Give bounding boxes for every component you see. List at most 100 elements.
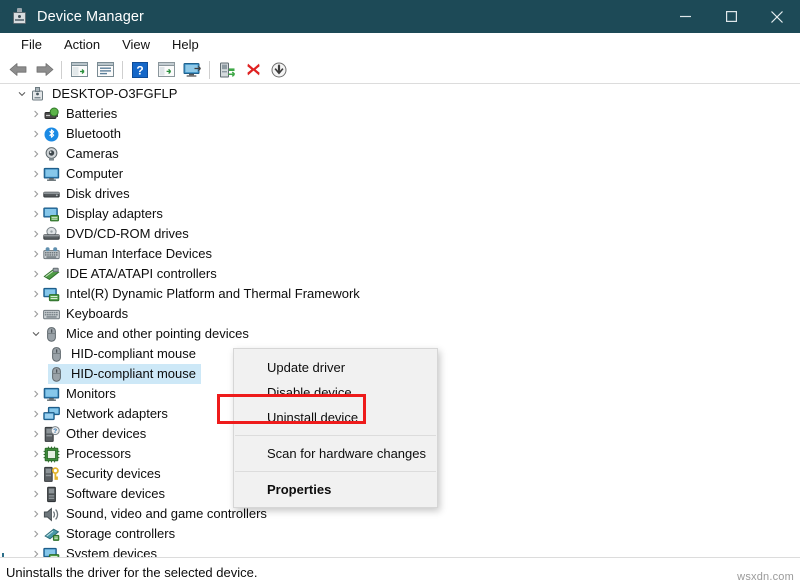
device-manager-icon (11, 8, 28, 25)
chevron-right-icon[interactable] (28, 124, 43, 144)
toolbar: ? (0, 56, 800, 83)
chevron-right-icon[interactable] (28, 444, 43, 464)
tree-item-hitbox[interactable]: Network adapters (28, 404, 173, 424)
chevron-right-icon[interactable] (28, 184, 43, 204)
system-device-icon (43, 286, 60, 303)
chevron-right-icon[interactable] (28, 384, 43, 404)
context-menu-item-properties[interactable]: Properties (234, 477, 437, 502)
tree-item-hitbox[interactable]: Keyboards (28, 304, 133, 324)
minimize-icon[interactable] (662, 0, 708, 33)
update-driver-icon[interactable] (153, 58, 179, 82)
tree-item-hitbox[interactable]: Software devices (28, 484, 170, 504)
chevron-right-icon[interactable] (28, 424, 43, 444)
computer-root-icon (29, 86, 46, 103)
menu-file[interactable]: File (10, 33, 53, 56)
help-icon[interactable]: ? (127, 58, 153, 82)
chevron-right-icon[interactable] (28, 104, 43, 124)
tree-item-hitbox[interactable]: IDE ATA/ATAPI controllers (28, 264, 222, 284)
tree-item-hitbox[interactable]: Storage controllers (28, 524, 180, 544)
security-device-icon (43, 466, 60, 483)
chevron-right-icon[interactable] (28, 264, 43, 284)
tree-item-hitbox[interactable]: Security devices (28, 464, 166, 484)
tree-item-cameras[interactable]: Cameras (0, 144, 800, 164)
menu-help[interactable]: Help (161, 33, 210, 56)
tree-item-hitbox[interactable]: Human Interface Devices (28, 244, 217, 264)
tree-item-hitbox[interactable]: Mice and other pointing devices (28, 324, 254, 344)
tree-item-disk-drives[interactable]: Disk drives (0, 184, 800, 204)
chevron-right-icon[interactable] (28, 224, 43, 244)
toolbar-separator-2 (122, 61, 123, 79)
context-menu[interactable]: Update driver Disable device Uninstall d… (233, 348, 438, 508)
uninstall-device-icon[interactable] (240, 58, 266, 82)
chevron-right-icon[interactable] (28, 164, 43, 184)
tree-item-bluetooth[interactable]: Bluetooth (0, 124, 800, 144)
tree-item-hitbox[interactable]: Computer (28, 164, 128, 184)
tree-item-hitbox[interactable]: Intel(R) Dynamic Platform and Thermal Fr… (28, 284, 365, 304)
tree-item-hitbox[interactable]: HID-compliant mouse (48, 364, 201, 384)
toolbar-separator-3 (209, 61, 210, 79)
maximize-icon[interactable] (708, 0, 754, 33)
close-icon[interactable] (754, 0, 800, 33)
tree-item-hitbox[interactable]: Monitors (28, 384, 121, 404)
tree-item-intel-r-dynamic-platform-and-thermal-framework[interactable]: Intel(R) Dynamic Platform and Thermal Fr… (0, 284, 800, 304)
tree-item-hitbox[interactable]: DVD/CD-ROM drives (28, 224, 194, 244)
tree-item-keyboards[interactable]: Keyboards (0, 304, 800, 324)
tree-item-computer[interactable]: Computer (0, 164, 800, 184)
forward-arrow-icon[interactable] (31, 58, 57, 82)
back-arrow-icon[interactable] (5, 58, 31, 82)
tree-item-label: Mice and other pointing devices (66, 324, 249, 344)
scan-for-hardware-changes-icon[interactable] (179, 58, 205, 82)
chevron-right-icon[interactable] (28, 404, 43, 424)
chevron-right-icon[interactable] (28, 244, 43, 264)
context-menu-item-uninstall-device[interactable]: Uninstall device (234, 405, 437, 430)
tree-item-hitbox[interactable]: Bluetooth (28, 124, 126, 144)
chevron-down-icon[interactable] (28, 324, 43, 344)
context-menu-item-disable-device[interactable]: Disable device (234, 380, 437, 405)
tree-item-display-adapters[interactable]: Display adapters (0, 204, 800, 224)
chevron-right-icon[interactable] (28, 484, 43, 504)
tree-item-ide-ata-atapi-controllers[interactable]: IDE ATA/ATAPI controllers (0, 264, 800, 284)
tree-item-hitbox[interactable]: Batteries (28, 104, 122, 124)
tree-root-item[interactable]: DESKTOP-O3FGFLP (0, 84, 800, 104)
download-icon[interactable] (266, 58, 292, 82)
menubar: File Action View Help (0, 33, 800, 56)
context-menu-item-update-driver[interactable]: Update driver (234, 355, 437, 380)
tree-item-hitbox[interactable]: Processors (28, 444, 136, 464)
tree-item-system-devices[interactable]: System devices (0, 544, 800, 558)
menu-action[interactable]: Action (53, 33, 111, 56)
chevron-right-icon[interactable] (28, 304, 43, 324)
chevron-right-icon[interactable] (28, 204, 43, 224)
chevron-right-icon[interactable] (28, 464, 43, 484)
context-menu-item-scan-for-hardware-changes[interactable]: Scan for hardware changes (234, 441, 437, 466)
tree-item-hitbox[interactable]: Disk drives (28, 184, 135, 204)
tree-item-dvd-cd-rom-drives[interactable]: DVD/CD-ROM drives (0, 224, 800, 244)
context-menu-separator-2 (235, 471, 436, 472)
tree-item-label: Security devices (66, 464, 161, 484)
mouse-icon (43, 326, 60, 343)
tree-item-hitbox[interactable]: System devices (28, 544, 162, 558)
chevron-right-icon[interactable] (28, 524, 43, 544)
chevron-right-icon[interactable] (28, 144, 43, 164)
watermark: wsxdn.com (737, 571, 794, 583)
tree-item-batteries[interactable]: Batteries (0, 104, 800, 124)
menu-view[interactable]: View (111, 33, 161, 56)
tree-item-hitbox[interactable]: HID-compliant mouse (48, 344, 201, 364)
chevron-right-icon[interactable] (28, 504, 43, 524)
chevron-right-icon[interactable] (28, 544, 43, 558)
chevron-right-icon[interactable] (28, 284, 43, 304)
tree-item-hitbox[interactable]: Display adapters (28, 204, 168, 224)
tree-item-human-interface-devices[interactable]: Human Interface Devices (0, 244, 800, 264)
properties-icon[interactable] (92, 58, 118, 82)
mouse-icon (48, 346, 65, 363)
tree-item-hitbox[interactable]: Cameras (28, 144, 124, 164)
tree-item-mice-and-other-pointing-devices[interactable]: Mice and other pointing devices (0, 324, 800, 344)
chevron-down-icon[interactable] (14, 84, 29, 104)
tree-item-label: Processors (66, 444, 131, 464)
show-hide-console-tree-icon[interactable] (66, 58, 92, 82)
keyboard-icon (43, 306, 60, 323)
tree-item-storage-controllers[interactable]: Storage controllers (0, 524, 800, 544)
enable-device-icon[interactable] (214, 58, 240, 82)
titlebar[interactable]: Device Manager (0, 0, 800, 33)
tree-item-hitbox[interactable]: ?Other devices (28, 424, 151, 444)
other-device-icon: ? (43, 426, 60, 443)
